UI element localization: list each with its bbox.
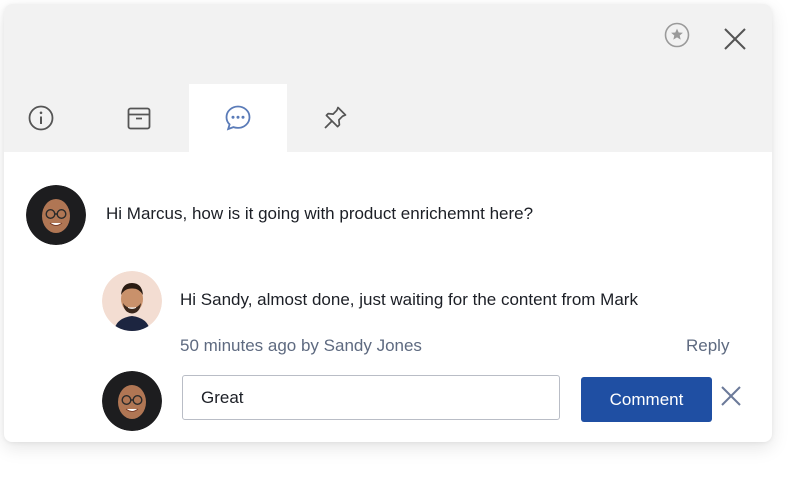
tab-comments[interactable]: [189, 84, 287, 152]
comment-input[interactable]: [182, 375, 560, 420]
avatar-sandy: [26, 185, 86, 245]
box-icon: [127, 107, 151, 130]
pin-icon: [324, 106, 347, 129]
avatar-current-user: [102, 371, 162, 431]
tab-pin[interactable]: [286, 84, 384, 152]
comment-text: Hi Marcus, how is it going with product …: [106, 204, 534, 223]
chat-icon: [225, 105, 251, 131]
close-button[interactable]: [720, 24, 750, 54]
comments-panel: Hi Marcus, how is it going with product …: [4, 4, 772, 442]
star-circle-icon: [664, 22, 690, 48]
info-icon: [28, 105, 54, 131]
reply-meta: 50 minutes ago by Sandy Jones: [180, 336, 422, 355]
tab-info[interactable]: [4, 84, 90, 152]
favorite-button[interactable]: [662, 20, 692, 50]
close-icon: [724, 28, 746, 50]
tab-details[interactable]: [90, 84, 188, 152]
panel-header: [4, 4, 772, 152]
reply-text: Hi Sandy, almost done, just waiting for …: [180, 290, 638, 309]
avatar-marcus: [102, 271, 162, 331]
comment-button[interactable]: Comment: [581, 377, 712, 422]
reply-button[interactable]: Reply: [686, 336, 729, 356]
close-icon: [721, 386, 741, 406]
cancel-comment-button[interactable]: [718, 383, 744, 409]
